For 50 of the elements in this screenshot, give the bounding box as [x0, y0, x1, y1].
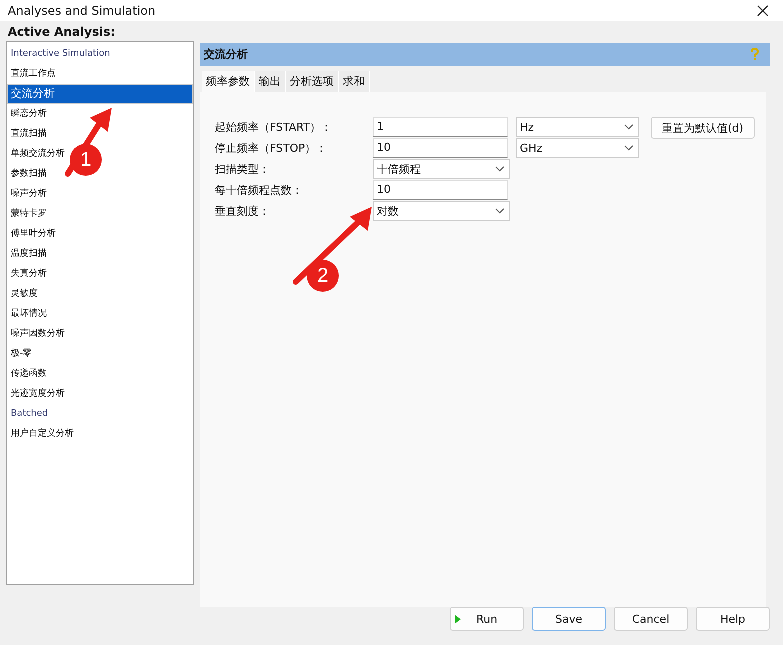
play-icon: [455, 615, 461, 624]
dialog-button[interactable]: Cancel: [614, 607, 688, 631]
field-label: 每十倍频程点数：: [215, 182, 304, 198]
close-icon[interactable]: [757, 4, 769, 16]
tab[interactable]: 求和: [339, 71, 370, 92]
analysis-item[interactable]: 灵敏度: [7, 284, 40, 304]
field-label: 垂直刻度：: [215, 204, 271, 218]
analysis-item[interactable]: 最坏情况: [7, 304, 49, 324]
analysis-item[interactable]: 蒙特卡罗: [7, 204, 49, 224]
sidebar-heading: Active Analysis:: [7, 24, 116, 41]
analysis-item[interactable]: Interactive Simulation: [7, 44, 112, 64]
dialog-button[interactable]: Save: [532, 607, 606, 631]
chevron-icon: [624, 145, 634, 151]
input-field[interactable]: 10: [373, 138, 508, 158]
analysis-item[interactable]: 瞬态分析: [7, 104, 49, 124]
field-label: 扫描类型：: [215, 162, 271, 176]
field-label: 起始频率（FSTART）：: [215, 120, 334, 134]
analysis-item[interactable]: 交流分析: [7, 84, 193, 104]
analysis-item[interactable]: 直流工作点: [7, 64, 58, 84]
dialog-button[interactable]: Run: [450, 607, 524, 631]
chevron-icon: [495, 166, 505, 172]
window-title: Analyses and Simulation: [8, 4, 156, 18]
reset-button[interactable]: 重置为默认值(d): [651, 117, 755, 139]
analysis-item[interactable]: 噪声分析: [7, 184, 49, 204]
analysis-item[interactable]: 光迹宽度分析: [7, 384, 67, 404]
tab[interactable]: 输出: [255, 71, 286, 92]
input-field[interactable]: 1: [373, 117, 508, 137]
analysis-item[interactable]: 失真分析: [7, 264, 49, 284]
analysis-item[interactable]: 傅里叶分析: [7, 224, 58, 244]
analysis-item[interactable]: 单频交流分析: [7, 144, 67, 164]
field-label: 停止频率（FSTOP）：: [215, 140, 328, 156]
unit-dropdown[interactable]: Hz: [516, 117, 639, 137]
analysis-item[interactable]: 用户自定义分析: [7, 424, 76, 444]
dialog-button[interactable]: Help: [696, 607, 770, 631]
chevron-icon: [624, 124, 634, 130]
unit-dropdown[interactable]: GHz: [516, 138, 639, 158]
chevron-icon: [495, 208, 505, 214]
dropdown[interactable]: 对数: [373, 201, 510, 221]
analysis-item[interactable]: Batched: [7, 404, 50, 424]
analysis-item[interactable]: 直流扫描: [7, 124, 49, 144]
input-field[interactable]: 10: [373, 180, 508, 200]
analysis-item[interactable]: 传递函数: [7, 364, 49, 384]
analysis-item[interactable]: 温度扫描: [7, 244, 49, 264]
analysis-item[interactable]: 极-零: [7, 344, 34, 364]
tab[interactable]: 分析选项: [286, 71, 339, 92]
panel-title: 交流分析: [204, 47, 248, 62]
tab[interactable]: 频率参数: [202, 71, 255, 92]
analysis-item[interactable]: 参数扫描: [7, 164, 49, 184]
analysis-item[interactable]: 噪声因数分析: [7, 324, 67, 344]
dropdown[interactable]: 十倍频程: [373, 159, 510, 179]
